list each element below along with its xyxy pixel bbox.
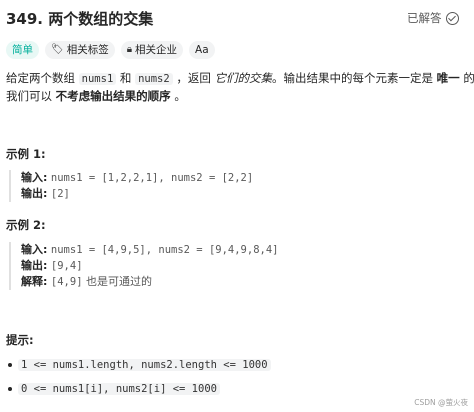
- constraint-item: 1 <= nums1.length, nums2.length <= 1000: [8, 359, 271, 371]
- difficulty-tag[interactable]: 简单: [6, 41, 39, 59]
- problem-title: 349. 两个数组的交集: [6, 10, 154, 28]
- desc-text: 的。: [463, 71, 474, 85]
- input-value: nums1 = [4,9,5], nums2 = [9,4,9,8,4]: [50, 244, 279, 256]
- description-line-2: 我们可以 不考虑输出结果的顺序 。: [6, 88, 186, 104]
- explain-label: 解释:: [21, 275, 48, 288]
- constraint-code: 0 <= nums1[i], nums2[i] <= 1000: [18, 383, 220, 395]
- desc-bold: 唯一: [436, 71, 460, 85]
- input-label: 输入:: [21, 171, 48, 184]
- bullet-icon: [8, 387, 12, 391]
- example-2-heading: 示例 2:: [6, 218, 46, 232]
- code-nums1: nums1: [78, 73, 117, 85]
- input-value: nums1 = [1,2,2,1], nums2 = [2,2]: [50, 172, 254, 184]
- solved-label: 已解答: [407, 11, 442, 25]
- topics-label: 相关标签: [66, 44, 109, 56]
- tag-row: 简单 🏷︎ 相关标签 🔒︎ 相关企业 Aa: [6, 41, 215, 59]
- explain-value: [4,9]: [50, 276, 83, 288]
- check-circle-icon: [445, 11, 459, 25]
- code-nums2: nums2: [135, 73, 173, 85]
- desc-text: ，返回: [176, 71, 211, 85]
- desc-text: 。: [174, 89, 186, 103]
- topics-tag[interactable]: 🏷︎ 相关标签: [45, 41, 115, 59]
- example-2-block: 输入: nums1 = [4,9,5], nums2 = [9,4,9,8,4]…: [9, 242, 278, 290]
- desc-emphasis: 它们的交集: [214, 71, 273, 85]
- desc-text: 我们可以: [6, 89, 52, 103]
- constraint-code: 1 <= nums1.length, nums2.length <= 1000: [18, 359, 271, 371]
- font-size-toggle[interactable]: Aa: [189, 41, 215, 59]
- example-2-input: 输入: nums1 = [4,9,5], nums2 = [9,4,9,8,4]: [21, 242, 278, 258]
- companies-tag[interactable]: 🔒︎ 相关企业: [120, 41, 184, 59]
- tag-icon: 🏷︎: [51, 44, 64, 55]
- output-value: [9,4]: [50, 260, 83, 272]
- constraints-heading: 提示:: [6, 333, 34, 347]
- desc-text: 。输出结果中的每个元素一定是: [272, 71, 433, 85]
- description-line-1: 给定两个数组 nums1 和 nums2 ，返回 它们的交集。输出结果中的每个元…: [6, 70, 474, 87]
- output-value: [2]: [50, 188, 70, 200]
- desc-bold: 不考虑输出结果的顺序: [55, 89, 171, 103]
- lock-icon: 🔒︎: [126, 44, 133, 55]
- desc-text: 和: [119, 71, 132, 85]
- solved-status: 已解答: [407, 10, 459, 26]
- example-2-explanation: 解释: [4,9] 也是可通过的: [21, 274, 278, 290]
- explain-text: 也是可通过的: [86, 275, 153, 288]
- bullet-icon: [8, 363, 12, 367]
- desc-text: 给定两个数组: [6, 71, 75, 85]
- companies-label: 相关企业: [135, 44, 178, 56]
- example-2-output: 输出: [9,4]: [21, 258, 278, 274]
- example-1-block: 输入: nums1 = [1,2,2,1], nums2 = [2,2] 输出:…: [9, 170, 253, 202]
- example-1-input: 输入: nums1 = [1,2,2,1], nums2 = [2,2]: [21, 170, 253, 186]
- output-label: 输出:: [21, 259, 48, 272]
- watermark: CSDN @萤火夜: [414, 398, 468, 407]
- output-label: 输出:: [21, 187, 48, 200]
- input-label: 输入:: [21, 243, 48, 256]
- constraint-item: 0 <= nums1[i], nums2[i] <= 1000: [8, 383, 220, 395]
- example-1-heading: 示例 1:: [6, 147, 46, 161]
- example-1-output: 输出: [2]: [21, 186, 253, 202]
